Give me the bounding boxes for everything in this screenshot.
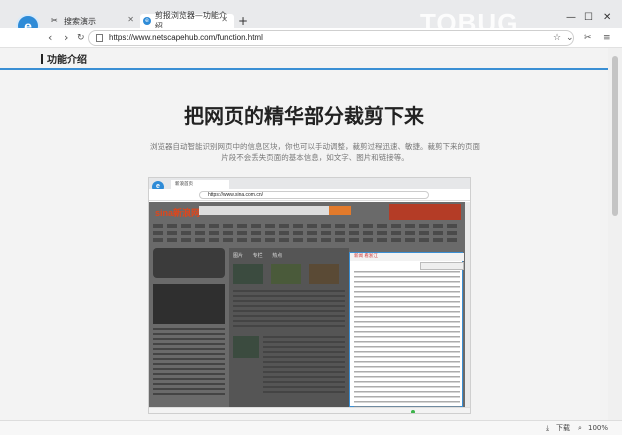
page-icon [96, 34, 103, 42]
download-icon[interactable]: ⤓ [546, 423, 549, 434]
demo-screenshot: 新浪首页 e https://www.sina.com.cn/ sina新浪网 … [148, 177, 471, 414]
demo-tab: 新浪首页 [171, 180, 229, 189]
demo-search-button [329, 206, 351, 215]
demo-search-box [199, 206, 329, 215]
minimize-button[interactable]: — [566, 12, 576, 23]
demo-text-lines [233, 290, 345, 330]
address-bar[interactable]: https://www.netscapehub.com/function.htm… [88, 30, 574, 46]
demo-status-dot [411, 410, 415, 413]
dropdown-chevron-icon[interactable]: ⌄ [566, 31, 574, 45]
scrollbar-thumb[interactable] [612, 56, 618, 216]
demo-page-content: sina新浪网 图片 专栏 热点 新闻 看浙江 [149, 202, 465, 407]
demo-thumbnail [309, 264, 339, 284]
demo-status-bar [149, 407, 470, 413]
zoom-icon[interactable]: ⌕ [578, 423, 582, 434]
demo-panel-tab: 专栏 [252, 253, 263, 259]
page-headline: 把网页的精华部分裁剪下来 [184, 104, 424, 128]
address-text: https://www.netscapehub.com/function.htm… [109, 33, 263, 42]
demo-thumbnail [233, 264, 263, 284]
menu-icon[interactable]: ≡ [603, 31, 611, 45]
tab-search-demo[interactable]: ✂ 搜索演示 ✕ [48, 14, 140, 28]
zoom-level[interactable]: 100% [588, 423, 608, 434]
demo-panel-tab: 图片 [233, 253, 244, 259]
refresh-icon[interactable]: ↻ [77, 30, 85, 46]
section-marker [41, 54, 43, 64]
demo-tab-bar: 新浪首页 [149, 178, 470, 189]
download-label[interactable]: 下载 [556, 423, 570, 434]
demo-thumbnail [271, 264, 301, 284]
favorite-star-icon[interactable]: ☆ [553, 31, 561, 45]
demo-car-image [153, 248, 225, 278]
demo-sina-logo: sina新浪网 [155, 208, 201, 218]
section-title: 功能介绍 [47, 55, 87, 66]
demo-panel-tab: 热点 [272, 253, 283, 259]
navigation-bar: ‹ › ↻ https://www.netscapehub.com/functi… [0, 28, 622, 48]
demo-clip-toolbar [420, 262, 464, 270]
demo-ad-banner [389, 204, 461, 220]
clip-tool-icon[interactable]: ✂ [584, 31, 592, 45]
page-scrollbar[interactable] [608, 48, 622, 420]
demo-text-lines [263, 336, 345, 396]
close-tab-icon[interactable]: ✕ [221, 15, 228, 24]
demo-selection-header: 新闻 看浙江 [350, 253, 464, 261]
new-tab-button[interactable]: + [238, 14, 248, 28]
demo-navigation-bar: https://www.sina.com.cn/ [149, 189, 470, 201]
back-icon[interactable]: ‹ [48, 30, 52, 46]
demo-nav-links [153, 224, 459, 246]
demo-thumbnail [233, 336, 259, 358]
section-header: 功能介绍 [0, 48, 608, 70]
demo-selected-block: 新闻 看浙江 [349, 252, 464, 407]
close-window-button[interactable]: ✕ [603, 12, 611, 23]
page-description: 浏览器自动智能识别网页中的信息区块，你也可以手动调整，裁剪过程迅速、敏捷。裁剪下… [150, 142, 480, 162]
forward-icon[interactable]: › [64, 30, 68, 46]
demo-car-interior-image [153, 284, 225, 324]
demo-text-lines [153, 328, 225, 398]
demo-selected-text [354, 271, 460, 407]
tab-feature-intro[interactable]: e 剪报浏览器—功能介绍 ✕ [140, 11, 234, 31]
demo-panel-tabs: 图片 专栏 热点 [233, 252, 290, 259]
browser-tab-icon: e [143, 17, 151, 25]
maximize-button[interactable]: ☐ [584, 12, 593, 23]
tab-label: 搜索演示 [64, 16, 96, 26]
demo-scrollbar [465, 202, 470, 407]
close-tab-icon[interactable]: ✕ [127, 15, 134, 24]
tab-bar: TOBUG ✂ 搜索演示 ✕ e 剪报浏览器—功能介绍 ✕ + — ☐ ✕ [0, 0, 622, 38]
status-bar: ⤓ 下载 ⌕ 100% [0, 420, 622, 435]
demo-address-bar: https://www.sina.com.cn/ [199, 191, 429, 199]
scissors-icon: ✂ [51, 16, 58, 25]
